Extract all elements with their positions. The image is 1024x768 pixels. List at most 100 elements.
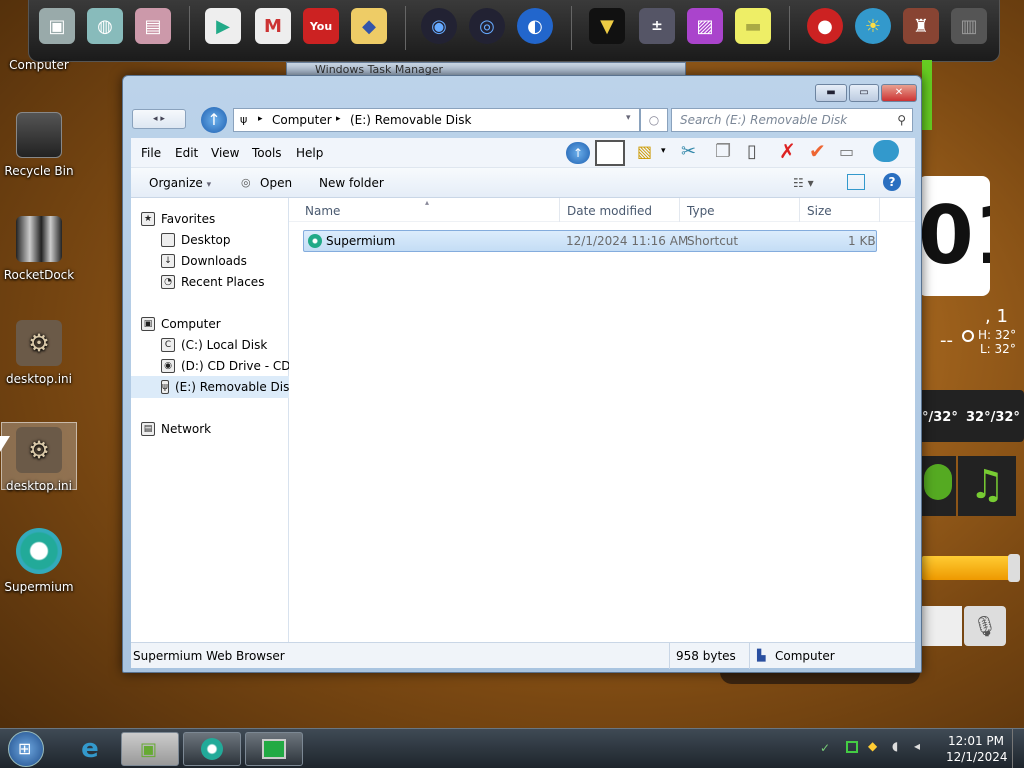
- menu-file[interactable]: File: [141, 146, 161, 160]
- trash-icon[interactable]: ▥: [951, 8, 987, 44]
- help-icon[interactable]: ?: [883, 173, 901, 191]
- nav-network[interactable]: ▤ Network: [141, 422, 211, 436]
- tray-volume-icon[interactable]: ◂: [914, 739, 920, 753]
- nav-local-disk[interactable]: C (C:) Local Disk: [161, 338, 267, 352]
- taskbar-supermium[interactable]: [183, 732, 241, 766]
- maximize-button[interactable]: ▭: [849, 84, 879, 102]
- options-dropdown-icon[interactable]: ▾: [661, 146, 666, 156]
- camera-icon[interactable]: ◉: [421, 8, 457, 44]
- menu-view[interactable]: View: [211, 146, 239, 160]
- clock-time[interactable]: 12:01 PM: [948, 734, 1004, 748]
- speaker-icon[interactable]: ◎: [469, 8, 505, 44]
- desktop-icon-desktop-ini-1[interactable]: ⚙ desktop.ini: [1, 320, 77, 386]
- android-robot-icon[interactable]: ♜: [903, 8, 939, 44]
- taskbar-task-manager[interactable]: [245, 732, 303, 766]
- gallery-icon[interactable]: ▨: [687, 8, 723, 44]
- network-icon: ▤: [141, 422, 155, 436]
- nav-cd-drive[interactable]: ◉ (D:) CD Drive - CDRO: [161, 359, 308, 373]
- clock-date[interactable]: 12/1/2024: [946, 750, 1008, 764]
- android-globe-icon[interactable]: ◍: [87, 8, 123, 44]
- nav-recent-places[interactable]: ◔ Recent Places: [161, 275, 264, 289]
- youtube-icon[interactable]: You: [303, 8, 339, 44]
- internet-explorer-icon[interactable]: e: [70, 731, 110, 767]
- close-button[interactable]: ✕: [881, 84, 917, 102]
- calculator-icon[interactable]: ±: [639, 8, 675, 44]
- menu-tools[interactable]: Tools: [252, 146, 282, 160]
- show-desktop-button[interactable]: [1012, 729, 1024, 768]
- globe-icon[interactable]: ◐: [517, 8, 553, 44]
- desktop-icon-desktop-ini-2[interactable]: ⚙ desktop.ini: [1, 422, 77, 493]
- nav-recent-label: Recent Places: [181, 275, 265, 289]
- column-name[interactable]: Name: [305, 204, 340, 218]
- progress-slider[interactable]: [922, 556, 1018, 580]
- open-icon[interactable]: ◎: [241, 176, 251, 189]
- weather-icon[interactable]: ☀: [855, 8, 891, 44]
- menu-bar: File Edit View Tools Help ↑ ▧ ▾ ✂ ❐ ▯ ✗ …: [131, 138, 915, 168]
- nav-favorites[interactable]: ★ Favorites: [141, 212, 215, 226]
- view-options-icon[interactable]: ☷ ▾: [793, 176, 814, 190]
- column-type[interactable]: Type: [687, 204, 715, 218]
- music-note-icon[interactable]: ♫: [958, 456, 1016, 516]
- desktop-icon-rocketdock[interactable]: RocketDock: [1, 216, 77, 282]
- rename-icon[interactable]: ▭: [839, 142, 854, 161]
- tray-usb-icon[interactable]: ◆: [868, 739, 877, 753]
- play-store-icon[interactable]: ▶: [205, 8, 241, 44]
- angry-birds-icon[interactable]: ●: [807, 8, 843, 44]
- tray-action-center-icon[interactable]: ✓: [820, 741, 830, 755]
- column-date-modified[interactable]: Date modified: [567, 204, 652, 218]
- open-button[interactable]: Open: [260, 176, 292, 190]
- new-folder-button[interactable]: New folder: [319, 176, 384, 190]
- android-folder-icon[interactable]: ▣: [39, 8, 75, 44]
- nav-desktop[interactable]: Desktop: [161, 233, 231, 247]
- back-forward-buttons[interactable]: ◂ ▸: [132, 109, 186, 129]
- nav-computer[interactable]: ▣ Computer: [141, 317, 221, 331]
- desktop-icon-computer[interactable]: Computer: [1, 58, 77, 72]
- nav-downloads-label: Downloads: [181, 254, 247, 268]
- paste-icon[interactable]: ▯: [747, 141, 757, 162]
- preview-pane-icon[interactable]: [595, 140, 625, 166]
- microphone-icon[interactable]: 🎙: [964, 606, 1006, 646]
- properties-check-icon[interactable]: ✔: [809, 139, 826, 163]
- column-size[interactable]: Size: [807, 204, 832, 218]
- address-dropdown-icon[interactable]: ▾: [626, 113, 631, 123]
- task-manager-window-title[interactable]: Windows Task Manager: [286, 62, 686, 76]
- cut-icon[interactable]: ✂: [681, 141, 696, 162]
- up-button-icon[interactable]: ↑: [566, 142, 590, 164]
- menu-help[interactable]: Help: [296, 146, 323, 160]
- tray-network-icon[interactable]: ◖: [892, 739, 898, 753]
- address-bar[interactable]: ψ ▸ Computer ▸ (E:) Removable Disk ▾: [233, 108, 640, 132]
- notes-icon[interactable]: ▬: [735, 8, 771, 44]
- nav-downloads[interactable]: ↓ Downloads: [161, 254, 247, 268]
- menu-edit[interactable]: Edit: [175, 146, 198, 160]
- desktop-icon-supermium[interactable]: Supermium: [1, 528, 77, 594]
- breadcrumb-removable-disk[interactable]: (E:) Removable Disk: [350, 113, 471, 127]
- nav-computer-label: Computer: [161, 317, 221, 331]
- slider-thumb[interactable]: [1008, 554, 1020, 582]
- search-input[interactable]: Search (E:) Removable Disk ⚲: [671, 108, 913, 132]
- chat-bubble-icon[interactable]: [873, 140, 899, 162]
- up-arrow-icon[interactable]: ↑: [201, 107, 227, 133]
- nav-removable-disk[interactable]: ψ (E:) Removable Disk: [131, 376, 296, 398]
- maps-icon[interactable]: ◆: [351, 8, 387, 44]
- gmail-icon[interactable]: M: [255, 8, 291, 44]
- start-button[interactable]: ⊞: [8, 731, 44, 767]
- android-files-icon[interactable]: ▤: [135, 8, 171, 44]
- file-date: 12/1/2024 11:16 AM: [566, 234, 689, 248]
- tray-green-square-icon[interactable]: [846, 741, 858, 753]
- search-bar-widget[interactable]: [922, 606, 962, 646]
- folder-options-icon[interactable]: ▧: [637, 142, 652, 161]
- desktop-icon-recycle-bin[interactable]: Recycle Bin: [1, 112, 77, 178]
- color-picker-icon[interactable]: ▼: [589, 8, 625, 44]
- minimize-button[interactable]: ▬: [815, 84, 847, 102]
- organize-button[interactable]: Organize ▾: [149, 176, 211, 190]
- weather-dash: --: [940, 330, 953, 351]
- delete-icon[interactable]: ✗: [779, 139, 796, 163]
- refresh-icon[interactable]: ○: [640, 108, 668, 132]
- breadcrumb-computer[interactable]: Computer: [272, 113, 332, 127]
- taskbar-explorer[interactable]: ▣: [121, 732, 179, 766]
- nav-local-disk-label: (C:) Local Disk: [181, 338, 268, 352]
- status-location: Computer: [775, 649, 835, 663]
- table-row[interactable]: Supermium 12/1/2024 11:16 AM Shortcut 1 …: [303, 230, 877, 252]
- preview-pane-toggle-icon[interactable]: [847, 174, 865, 190]
- copy-icon[interactable]: ❐: [715, 141, 731, 162]
